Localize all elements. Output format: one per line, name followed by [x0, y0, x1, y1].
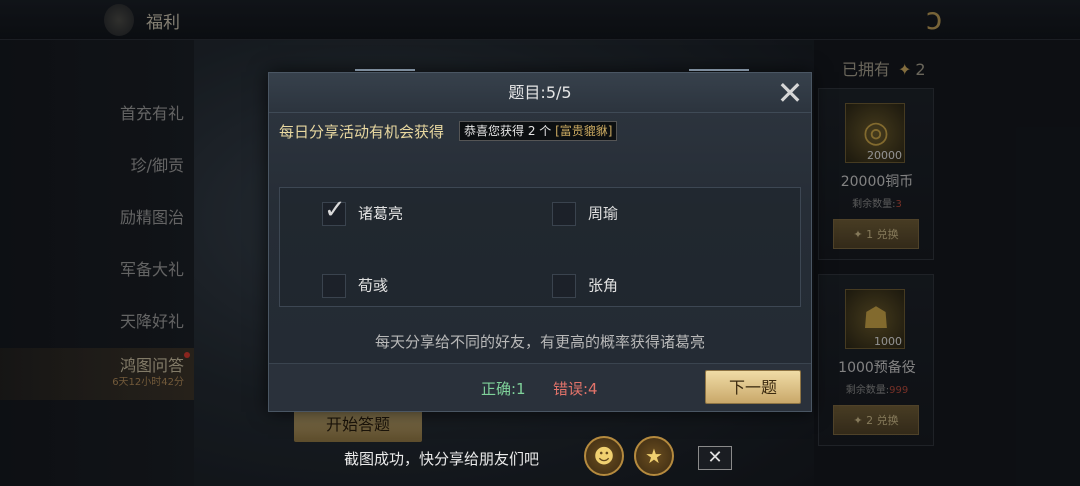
quiz-dialog: 题目:5/5 ✕ 每日分享活动有机会获得 恭喜您获得 2 个 [富贵貔貅] ✓ 诸…: [268, 69, 812, 412]
option-label: 张角: [588, 276, 619, 295]
next-question-button[interactable]: 下一题: [705, 370, 801, 404]
option-zhou-yu[interactable]: 周瑜: [552, 200, 618, 226]
dialog-footer: 正确:1 错误:4 下一题: [269, 363, 811, 411]
correct-count: 正确:1: [481, 380, 526, 398]
share-toast-text: 截图成功，快分享给朋友们吧: [344, 450, 540, 468]
option-label: 荀彧: [358, 276, 389, 295]
reward-tooltip: 恭喜您获得 2 个 [富贵貔貅]: [459, 121, 618, 141]
answer-options: ✓ 诸葛亮 周瑜 荀彧 张角: [279, 187, 801, 307]
hint-text: 每天分享给不同的好友，有更高的概率获得诸葛亮: [374, 333, 705, 351]
tooltip-item: [富贵貔貅]: [555, 124, 613, 138]
checkbox[interactable]: [552, 273, 576, 298]
qq-icon[interactable]: ☻: [584, 436, 624, 476]
option-label: 周瑜: [588, 204, 619, 223]
qzone-star-icon[interactable]: ★: [634, 436, 674, 476]
checkbox[interactable]: [552, 201, 576, 226]
tooltip-text: 恭喜您获得 2 个: [464, 124, 552, 138]
option-xun-yu[interactable]: 荀彧: [322, 272, 388, 298]
wrong-count: 错误:4: [553, 380, 598, 398]
option-zhang-jiao[interactable]: 张角: [552, 272, 618, 298]
dialog-title: 题目:5/5: [269, 73, 811, 113]
checkbox[interactable]: ✓: [322, 197, 346, 226]
checkbox[interactable]: [322, 273, 346, 298]
close-icon[interactable]: ✕: [771, 75, 809, 113]
option-label: 诸葛亮: [358, 204, 404, 223]
close-icon[interactable]: ✕: [698, 446, 732, 470]
check-icon: ✓: [324, 194, 346, 225]
question-text: 每日分享活动有机会获得: [279, 123, 445, 141]
option-zhuge-liang[interactable]: ✓ 诸葛亮: [322, 197, 404, 226]
